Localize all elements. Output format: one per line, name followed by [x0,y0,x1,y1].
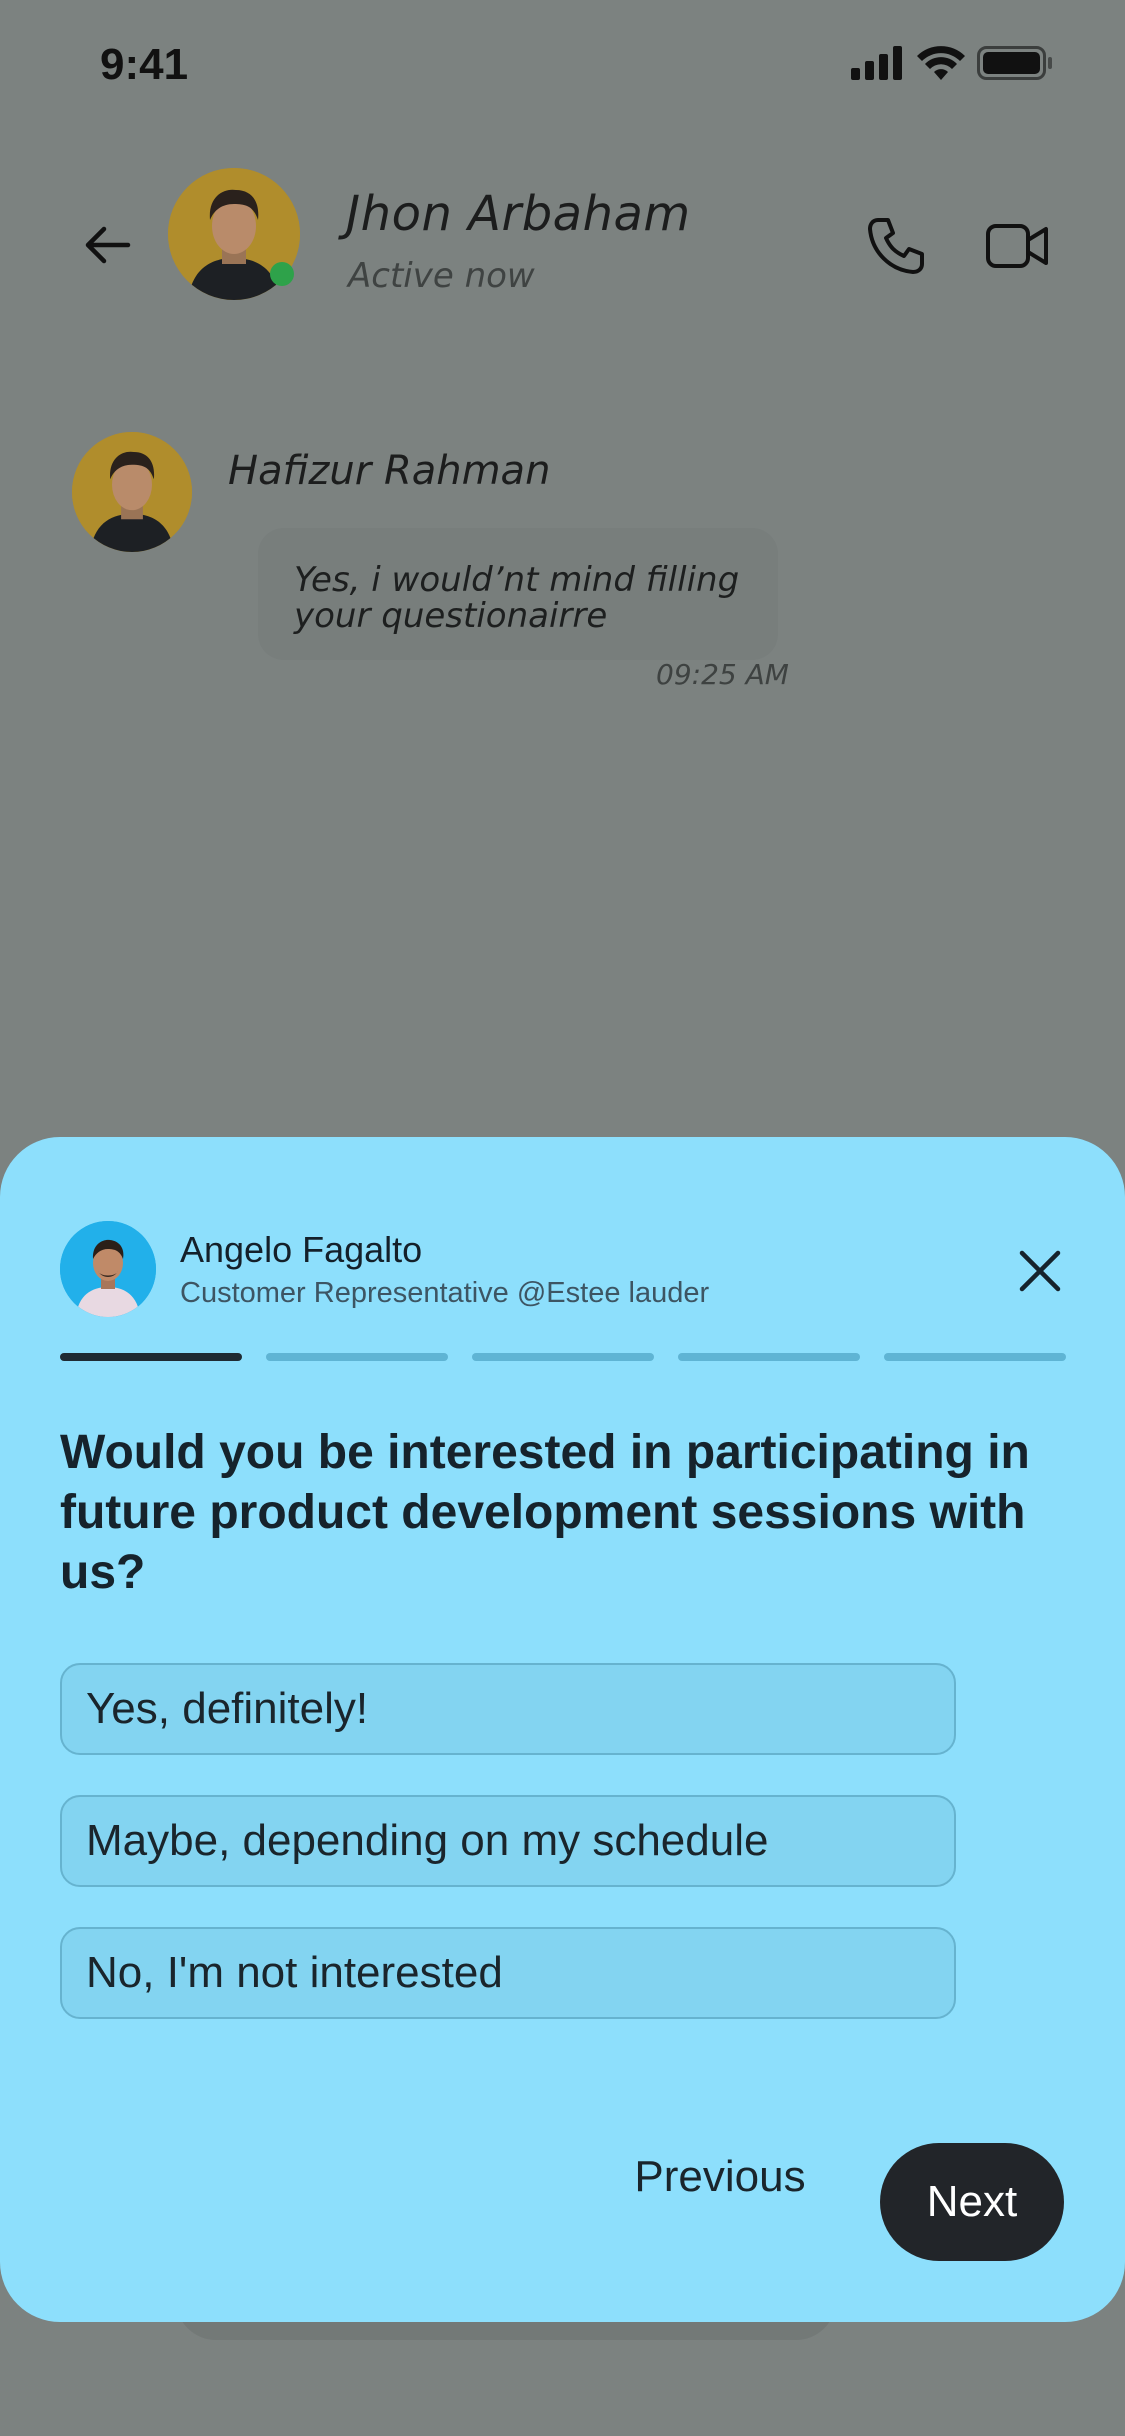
survey-question: Would you be interested in participating… [60,1426,1030,1599]
sender-avatar [72,432,192,552]
close-icon[interactable] [1016,1247,1064,1295]
contact-name: Jhon Arbaham [346,186,691,242]
message-sender: Hafizur Rahman [228,448,551,494]
wifi-icon [917,46,965,80]
online-status-dot [270,262,294,286]
option-no[interactable]: No, I'm not interested [60,1927,956,2019]
option-yes[interactable]: Yes, definitely! [60,1663,956,1755]
cellular-signal-icon [851,46,902,80]
progress-step-2 [266,1353,448,1361]
progress-step-4 [678,1353,860,1361]
option-label: No, I'm not interested [86,1948,503,1997]
status-time: 9:41 [100,40,189,89]
option-maybe[interactable]: Maybe, depending on my schedule [60,1795,956,1887]
message-text: Yes, i would’nt mind filling your questi… [294,560,740,636]
video-camera-icon[interactable] [986,222,1048,270]
progress-step-3 [472,1353,654,1361]
progress-step-1 [60,1353,242,1361]
option-label: Yes, definitely! [86,1684,369,1733]
next-button[interactable]: Next [880,2143,1064,2261]
representative-name: Angelo Fagalto [180,1229,423,1270]
person-photo-icon [60,1221,156,1317]
message-timestamp: 09:25 AM [656,658,789,691]
previous-button[interactable]: Previous [610,2137,830,2217]
back-arrow-icon[interactable] [82,220,132,270]
phone-icon[interactable] [864,214,928,278]
option-label: Maybe, depending on my schedule [86,1816,769,1865]
survey-progress [60,1353,1066,1361]
representative-title: Customer Representative @Estee lauder [180,1277,710,1309]
message-bubble: Yes, i would’nt mind filling your questi… [258,528,778,660]
contact-status: Active now [348,256,535,296]
battery-icon [977,46,1052,80]
status-icons [851,46,1052,90]
survey-sheet: Angelo Fagalto Customer Representative @… [0,1137,1125,2322]
person-photo-icon [72,432,192,552]
representative-avatar [60,1221,156,1317]
progress-step-5 [884,1353,1066,1361]
